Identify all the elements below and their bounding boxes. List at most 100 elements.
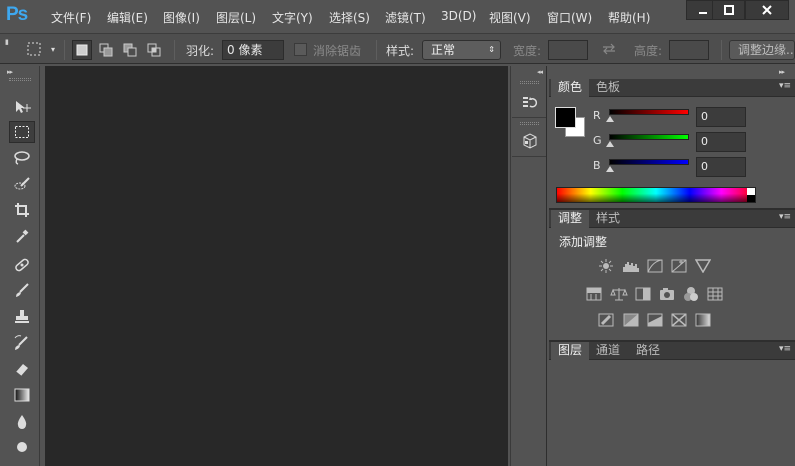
menu-layer[interactable]: 图层(L) <box>216 9 256 26</box>
options-bar: ▮ ▾ 羽化: 0 像素 消除锯齿 样式: 正常 ⇕ 宽度: 高度: 调整边缘.… <box>0 33 795 64</box>
green-value-input[interactable]: 0 <box>696 132 746 152</box>
panel-menu-icon[interactable]: ▾≡ <box>779 344 791 354</box>
brightness-contrast-icon[interactable] <box>597 258 615 274</box>
tab-paths[interactable]: 路径 <box>629 342 667 360</box>
menu-edit[interactable]: 编辑(E) <box>107 9 148 26</box>
history-panel-button[interactable] <box>519 92 541 114</box>
document-canvas-area[interactable] <box>45 66 508 466</box>
new-selection-icon <box>76 44 88 56</box>
lasso-icon <box>14 151 30 165</box>
gradient-square-icon <box>695 313 711 327</box>
gradient-tool[interactable] <box>9 384 35 406</box>
antialias-checkbox[interactable] <box>294 43 307 56</box>
add-selection-button[interactable] <box>96 40 116 60</box>
menu-select[interactable]: 选择(S) <box>329 9 370 26</box>
blue-slider[interactable] <box>609 159 689 165</box>
tab-color[interactable]: 颜色 <box>551 79 590 97</box>
hue-saturation-icon[interactable] <box>585 286 603 302</box>
menu-3d[interactable]: 3D(D) <box>441 9 476 23</box>
menu-window[interactable]: 窗口(W) <box>547 9 592 26</box>
tab-layers[interactable]: 图层 <box>551 342 590 360</box>
menu-file[interactable]: 文件(F) <box>51 9 91 26</box>
menu-view[interactable]: 视图(V) <box>489 9 531 26</box>
chevron-down-icon[interactable]: ▾ <box>51 45 55 54</box>
dock-grip[interactable] <box>520 81 539 84</box>
menu-bar: Ps 文件(F) 编辑(E) 图像(I) 图层(L) 文字(Y) 选择(S) 滤… <box>0 0 795 33</box>
maximize-button[interactable] <box>712 0 745 20</box>
tab-channels[interactable]: 通道 <box>589 342 627 360</box>
lasso-tool[interactable] <box>9 147 35 169</box>
toolbox-grip[interactable] <box>9 78 31 81</box>
green-slider[interactable] <box>609 134 689 140</box>
menu-image[interactable]: 图像(I) <box>163 9 200 26</box>
menu-type[interactable]: 文字(Y) <box>272 9 313 26</box>
red-value-input[interactable]: 0 <box>696 107 746 127</box>
intersect-selection-button[interactable] <box>144 40 164 60</box>
quick-select-tool[interactable] <box>9 173 35 195</box>
menu-filter[interactable]: 滤镜(T) <box>385 9 426 26</box>
invert-icon[interactable] <box>597 312 615 328</box>
dock-grip[interactable] <box>520 122 539 125</box>
curves-icon[interactable] <box>646 258 664 274</box>
green-slider-thumb[interactable] <box>606 141 614 147</box>
levels-icon[interactable] <box>622 258 640 274</box>
refine-edge-button[interactable]: 调整边缘... <box>729 40 795 60</box>
ramp-white-swatch[interactable] <box>747 188 755 195</box>
tab-swatches[interactable]: 色板 <box>589 79 627 97</box>
dock-collapse-icon[interactable]: ◂◂ <box>537 68 543 76</box>
threshold-icon[interactable] <box>646 312 664 328</box>
blur-tool[interactable] <box>9 411 35 433</box>
antialias-label: 消除锯齿 <box>313 44 362 58</box>
close-button[interactable] <box>745 0 789 20</box>
height-label: 高度: <box>634 44 663 58</box>
ramp-black-swatch[interactable] <box>747 195 755 202</box>
dodge-tool[interactable] <box>9 436 35 458</box>
selective-color-icon[interactable] <box>670 312 688 328</box>
gradient-map-icon[interactable] <box>694 312 712 328</box>
tab-styles[interactable]: 样式 <box>589 210 627 228</box>
grid-icon <box>707 287 723 301</box>
eyedropper-tool[interactable] <box>9 225 35 247</box>
channel-mixer-icon[interactable] <box>682 286 700 302</box>
color-balance-icon[interactable] <box>610 286 628 302</box>
right-dock-collapse-icon[interactable]: ▸▸ <box>779 68 785 76</box>
spectrum-shade <box>557 188 755 202</box>
swap-icon[interactable] <box>601 43 617 58</box>
posterize-icon[interactable] <box>622 312 640 328</box>
color-lookup-icon[interactable] <box>706 286 724 302</box>
move-tool[interactable] <box>9 96 35 118</box>
crop-tool[interactable] <box>9 199 35 221</box>
foreground-color-swatch[interactable] <box>555 107 576 128</box>
panel-menu-icon[interactable]: ▾≡ <box>779 81 791 91</box>
stamp-tool[interactable] <box>9 306 35 328</box>
dodge-icon <box>17 442 27 452</box>
width-input[interactable] <box>548 40 588 60</box>
blue-value-input[interactable]: 0 <box>696 157 746 177</box>
toolbox-expand-icon[interactable]: ▸▸ <box>7 68 13 76</box>
red-slider[interactable] <box>609 109 689 115</box>
exposure-icon[interactable] <box>670 258 688 274</box>
height-input[interactable] <box>669 40 709 60</box>
tool-preset-picker[interactable] <box>26 41 42 57</box>
eraser-tool[interactable] <box>9 358 35 380</box>
style-select[interactable]: 正常 ⇕ <box>422 40 501 60</box>
tab-adjustments[interactable]: 调整 <box>551 210 590 228</box>
color-spectrum-ramp[interactable] <box>556 187 756 203</box>
feather-input[interactable]: 0 像素 <box>222 40 284 60</box>
subtract-selection-button[interactable] <box>120 40 140 60</box>
new-selection-button[interactable] <box>72 40 92 60</box>
histogram-icon <box>623 262 639 272</box>
vibrance-icon[interactable] <box>694 258 712 274</box>
photo-filter-icon[interactable] <box>658 286 676 302</box>
menu-help[interactable]: 帮助(H) <box>608 9 650 26</box>
panel-menu-icon[interactable]: ▾≡ <box>779 212 791 222</box>
brush-tool[interactable] <box>9 279 35 301</box>
red-slider-thumb[interactable] <box>606 116 614 122</box>
black-white-icon[interactable] <box>634 286 652 302</box>
history-brush-tool[interactable] <box>9 332 35 354</box>
healing-icon <box>15 258 29 272</box>
healing-tool[interactable] <box>9 254 35 276</box>
blue-slider-thumb[interactable] <box>606 166 614 172</box>
marquee-tool[interactable] <box>9 121 35 143</box>
3d-panel-button[interactable] <box>519 130 541 152</box>
